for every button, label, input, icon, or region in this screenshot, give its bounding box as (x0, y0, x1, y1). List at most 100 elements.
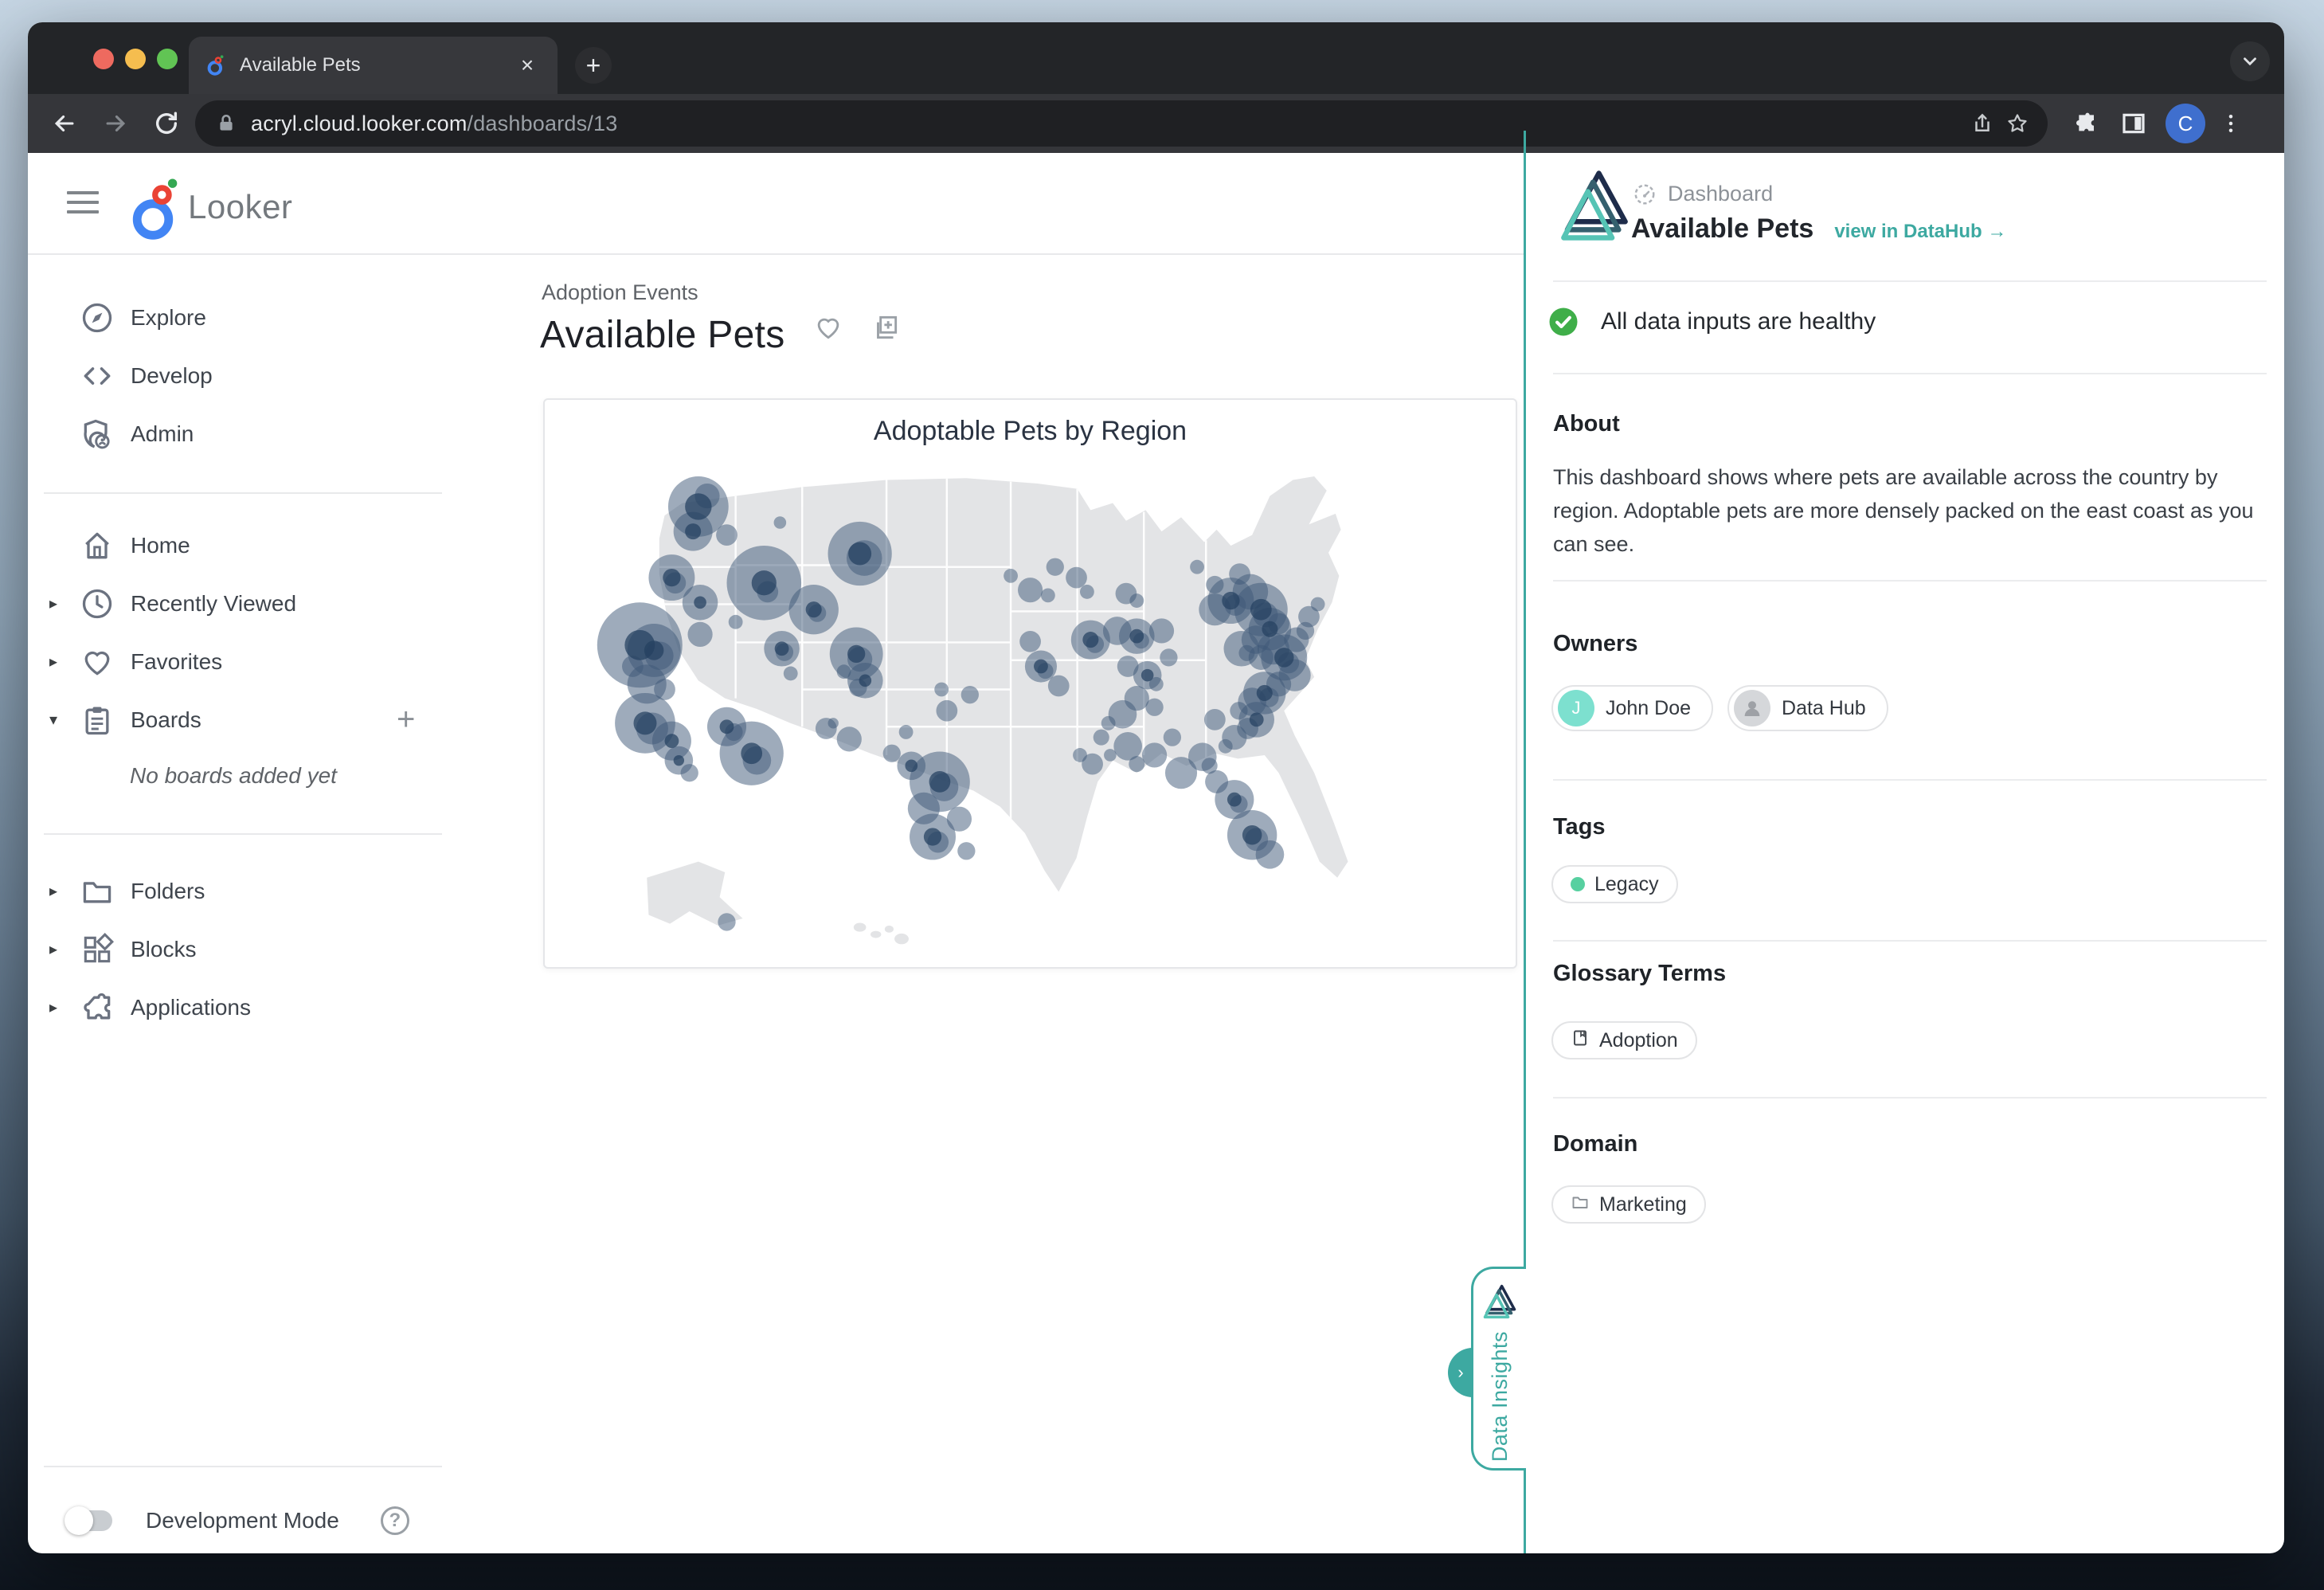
sidebar-item-label: Develop (131, 363, 213, 389)
owner-pill[interactable]: Data Hub (1727, 685, 1888, 731)
window-minimize-button[interactable] (125, 49, 146, 69)
pet-bubble (1104, 749, 1117, 762)
browser-tab[interactable]: Available Pets × (189, 37, 558, 94)
caret-right-icon[interactable]: ▸ (49, 939, 68, 959)
favorite-heart-icon[interactable] (813, 312, 843, 343)
us-bubble-map[interactable] (593, 460, 1481, 958)
development-mode-toggle[interactable] (68, 1510, 112, 1531)
health-status-row: All data inputs are healthy (1547, 305, 1876, 339)
pet-bubble (1047, 558, 1064, 576)
caret-right-icon[interactable]: ▸ (49, 997, 68, 1017)
panel-divider (1553, 373, 2267, 374)
pet-bubble (1141, 669, 1154, 682)
datahub-logo (1558, 167, 1631, 244)
pet-bubble (947, 807, 972, 832)
puzzle-icon (80, 990, 115, 1025)
pet-bubble (644, 640, 664, 660)
sidebar-item-label: Recently Viewed (131, 591, 296, 617)
pet-bubble (957, 842, 975, 860)
sidebar-item-recently-viewed[interactable]: ▸ Recently Viewed (0, 574, 446, 632)
sidebar-item-admin[interactable]: Admin (0, 405, 446, 463)
folder-icon (80, 874, 115, 909)
entity-type-label: Dashboard (1668, 182, 1773, 206)
sidebar-item-boards[interactable]: ▾ Boards + (0, 691, 446, 749)
sidebar-item-favorites[interactable]: ▸Favorites (0, 632, 446, 691)
sidebar-item-label: Boards (131, 707, 201, 733)
sidebar-item-folders[interactable]: ▸ Folders (0, 862, 446, 920)
pet-bubble (685, 493, 711, 519)
menu-hamburger-icon[interactable] (67, 191, 99, 220)
pet-bubble (685, 523, 701, 539)
forward-button[interactable] (98, 106, 133, 141)
tag-color-dot (1571, 877, 1585, 891)
pet-bubble (1048, 676, 1070, 697)
tab-close-icon[interactable]: × (513, 51, 542, 80)
health-check-icon (1547, 305, 1580, 339)
bookmark-star-icon[interactable] (2000, 106, 2035, 141)
sidebar-item-home[interactable]: Home (0, 516, 446, 574)
sidebar-item-blocks[interactable]: ▸Blocks (0, 920, 446, 978)
pet-bubble (1164, 729, 1181, 746)
glossary-term-pill[interactable]: Adoption (1551, 1021, 1697, 1059)
profile-avatar[interactable]: C (2166, 104, 2205, 143)
health-status-text: All data inputs are healthy (1601, 308, 1876, 335)
pet-bubble (1262, 621, 1277, 637)
back-button[interactable] (47, 106, 82, 141)
breadcrumb[interactable]: Adoption Events (542, 280, 698, 305)
sidebar-divider (44, 833, 442, 835)
new-tab-button[interactable]: + (575, 47, 612, 84)
view-in-datahub-link[interactable]: view in DataHub → (1834, 221, 2006, 243)
desktop: Available Pets × + acryl.cl (0, 0, 2324, 1590)
tab-search-chevron-icon[interactable] (2230, 41, 2270, 81)
glossary-term-label: Adoption (1599, 1029, 1678, 1052)
add-board-button[interactable]: + (397, 702, 415, 738)
pet-bubble (1227, 793, 1242, 807)
share-icon[interactable] (1965, 106, 2000, 141)
domain-heading: Domain (1553, 1131, 1637, 1157)
caret-down-icon[interactable]: ▾ (49, 710, 68, 730)
pet-bubble (1082, 632, 1098, 648)
tags-list: Legacy (1551, 865, 1678, 903)
pet-bubble (924, 828, 941, 845)
window-close-button[interactable] (93, 49, 114, 69)
pet-bubble (1129, 629, 1144, 644)
side-panel-icon[interactable] (2116, 106, 2151, 141)
reload-button[interactable] (149, 106, 184, 141)
pet-bubble (1190, 560, 1204, 574)
pet-bubble (716, 524, 737, 546)
sidebar-item-applications[interactable]: ▸Applications (0, 978, 446, 1036)
tag-pill[interactable]: Legacy (1551, 865, 1678, 903)
pet-bubble (1094, 730, 1109, 746)
sidebar-item-develop[interactable]: Develop (0, 347, 446, 405)
panel-divider (1553, 580, 2267, 582)
caret-right-icon[interactable]: ▸ (49, 652, 68, 672)
browser-menu-icon[interactable] (2213, 106, 2248, 141)
add-to-board-icon[interactable] (871, 312, 901, 343)
lock-icon (216, 113, 237, 134)
owner-pill[interactable]: JJohn Doe (1551, 685, 1713, 731)
sidebar-item-label: Folders (131, 879, 205, 904)
caret-right-icon[interactable]: ▸ (49, 593, 68, 613)
pet-bubble (1256, 840, 1285, 869)
pet-bubble (1142, 742, 1167, 767)
pet-bubble (687, 622, 712, 647)
sidebar-item-explore[interactable]: Explore (0, 288, 446, 347)
pet-bubble (1204, 709, 1226, 730)
domain-pill[interactable]: Marketing (1551, 1185, 1706, 1224)
extensions-icon[interactable] (2070, 106, 2105, 141)
window-zoom-button[interactable] (157, 49, 178, 69)
url-bar[interactable]: acryl.cloud.looker.com/dashboards/13 (195, 100, 2048, 147)
home-icon (80, 528, 115, 563)
pet-bubble (663, 569, 680, 586)
pet-bubble (1257, 685, 1273, 701)
pet-bubble (1222, 592, 1239, 609)
data-insights-tab[interactable]: Data Insights (1471, 1267, 1526, 1471)
caret-right-icon[interactable]: ▸ (49, 881, 68, 901)
domain-label: Marketing (1599, 1193, 1687, 1216)
code-icon (80, 358, 115, 394)
help-icon[interactable]: ? (381, 1506, 409, 1535)
sidebar-nav-middle: Home ▸ Recently Viewed ▸Favorites ▾ Boards + (0, 516, 446, 749)
pet-bubble (929, 771, 951, 793)
pet-bubble (1274, 648, 1294, 668)
pet-bubble (1250, 599, 1272, 621)
